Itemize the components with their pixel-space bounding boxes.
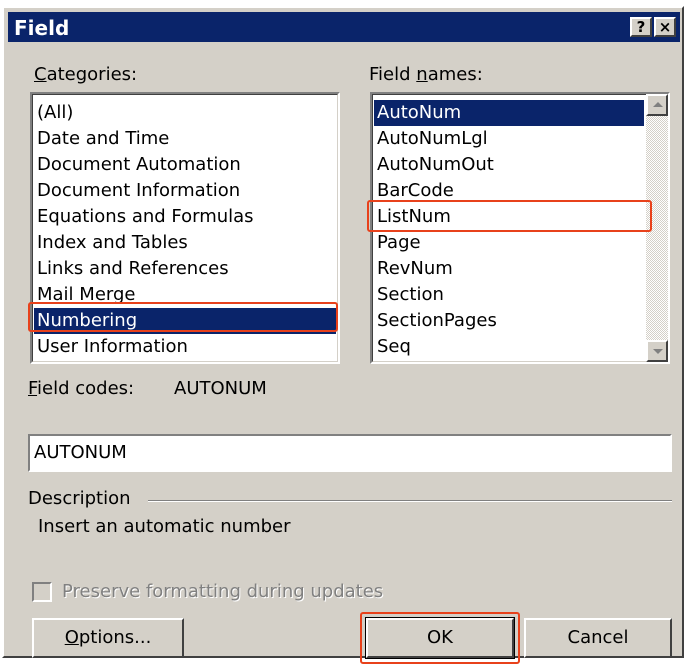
category-item[interactable]: Equations and Formulas (34, 204, 254, 230)
field-name-item[interactable]: RevNum (374, 256, 453, 282)
field-name-item[interactable]: SectionPages (374, 308, 497, 334)
options-button[interactable]: Options... (32, 618, 184, 658)
description-divider (148, 500, 672, 502)
close-button[interactable]: × (654, 17, 676, 37)
category-item[interactable]: Date and Time (34, 126, 169, 152)
arrow-down-icon (653, 349, 663, 354)
category-item[interactable]: User Information (34, 334, 188, 360)
highlight-numbering (28, 302, 338, 332)
description-label: Description (28, 488, 131, 509)
field-dialog: Field ? × Categories: (All) Date and Tim… (2, 6, 684, 664)
dialog-title: Field (14, 16, 70, 40)
preserve-formatting-label: Preserve formatting during updates (62, 581, 384, 602)
field-codes-label: Field codes: (28, 378, 135, 399)
category-item[interactable]: Document Automation (34, 152, 241, 178)
field-name-item[interactable]: AutoNumOut (374, 152, 494, 178)
arrow-up-icon (653, 102, 663, 107)
help-button[interactable]: ? (630, 17, 652, 37)
cancel-button[interactable]: Cancel (524, 618, 672, 658)
field-codes-value: AUTONUM (34, 442, 127, 463)
field-codes-input[interactable]: AUTONUM (28, 434, 672, 472)
category-item[interactable]: Document Information (34, 178, 240, 204)
description-text: Insert an automatic number (38, 516, 291, 537)
field-names-label: Field names: (369, 64, 483, 85)
field-name-item[interactable]: Seq (374, 334, 411, 360)
categories-label: Categories: (34, 64, 138, 85)
title-bar[interactable]: Field ? × (8, 12, 680, 42)
category-item[interactable]: Links and References (34, 256, 229, 282)
field-name-item[interactable]: Section (374, 282, 444, 308)
category-item[interactable]: Index and Tables (34, 230, 188, 256)
highlight-ok (360, 612, 520, 664)
field-name-item[interactable]: AutoNumLgl (374, 126, 488, 152)
highlight-listnum (367, 200, 652, 232)
scroll-down-button[interactable] (646, 340, 668, 362)
category-item[interactable]: (All) (34, 100, 73, 126)
field-name-item-selected[interactable]: AutoNum (374, 100, 644, 126)
field-codes-syntax: AUTONUM (174, 378, 267, 399)
field-name-item[interactable]: Page (374, 230, 421, 256)
scroll-up-button[interactable] (646, 94, 668, 116)
preserve-formatting-checkbox[interactable] (32, 582, 52, 602)
